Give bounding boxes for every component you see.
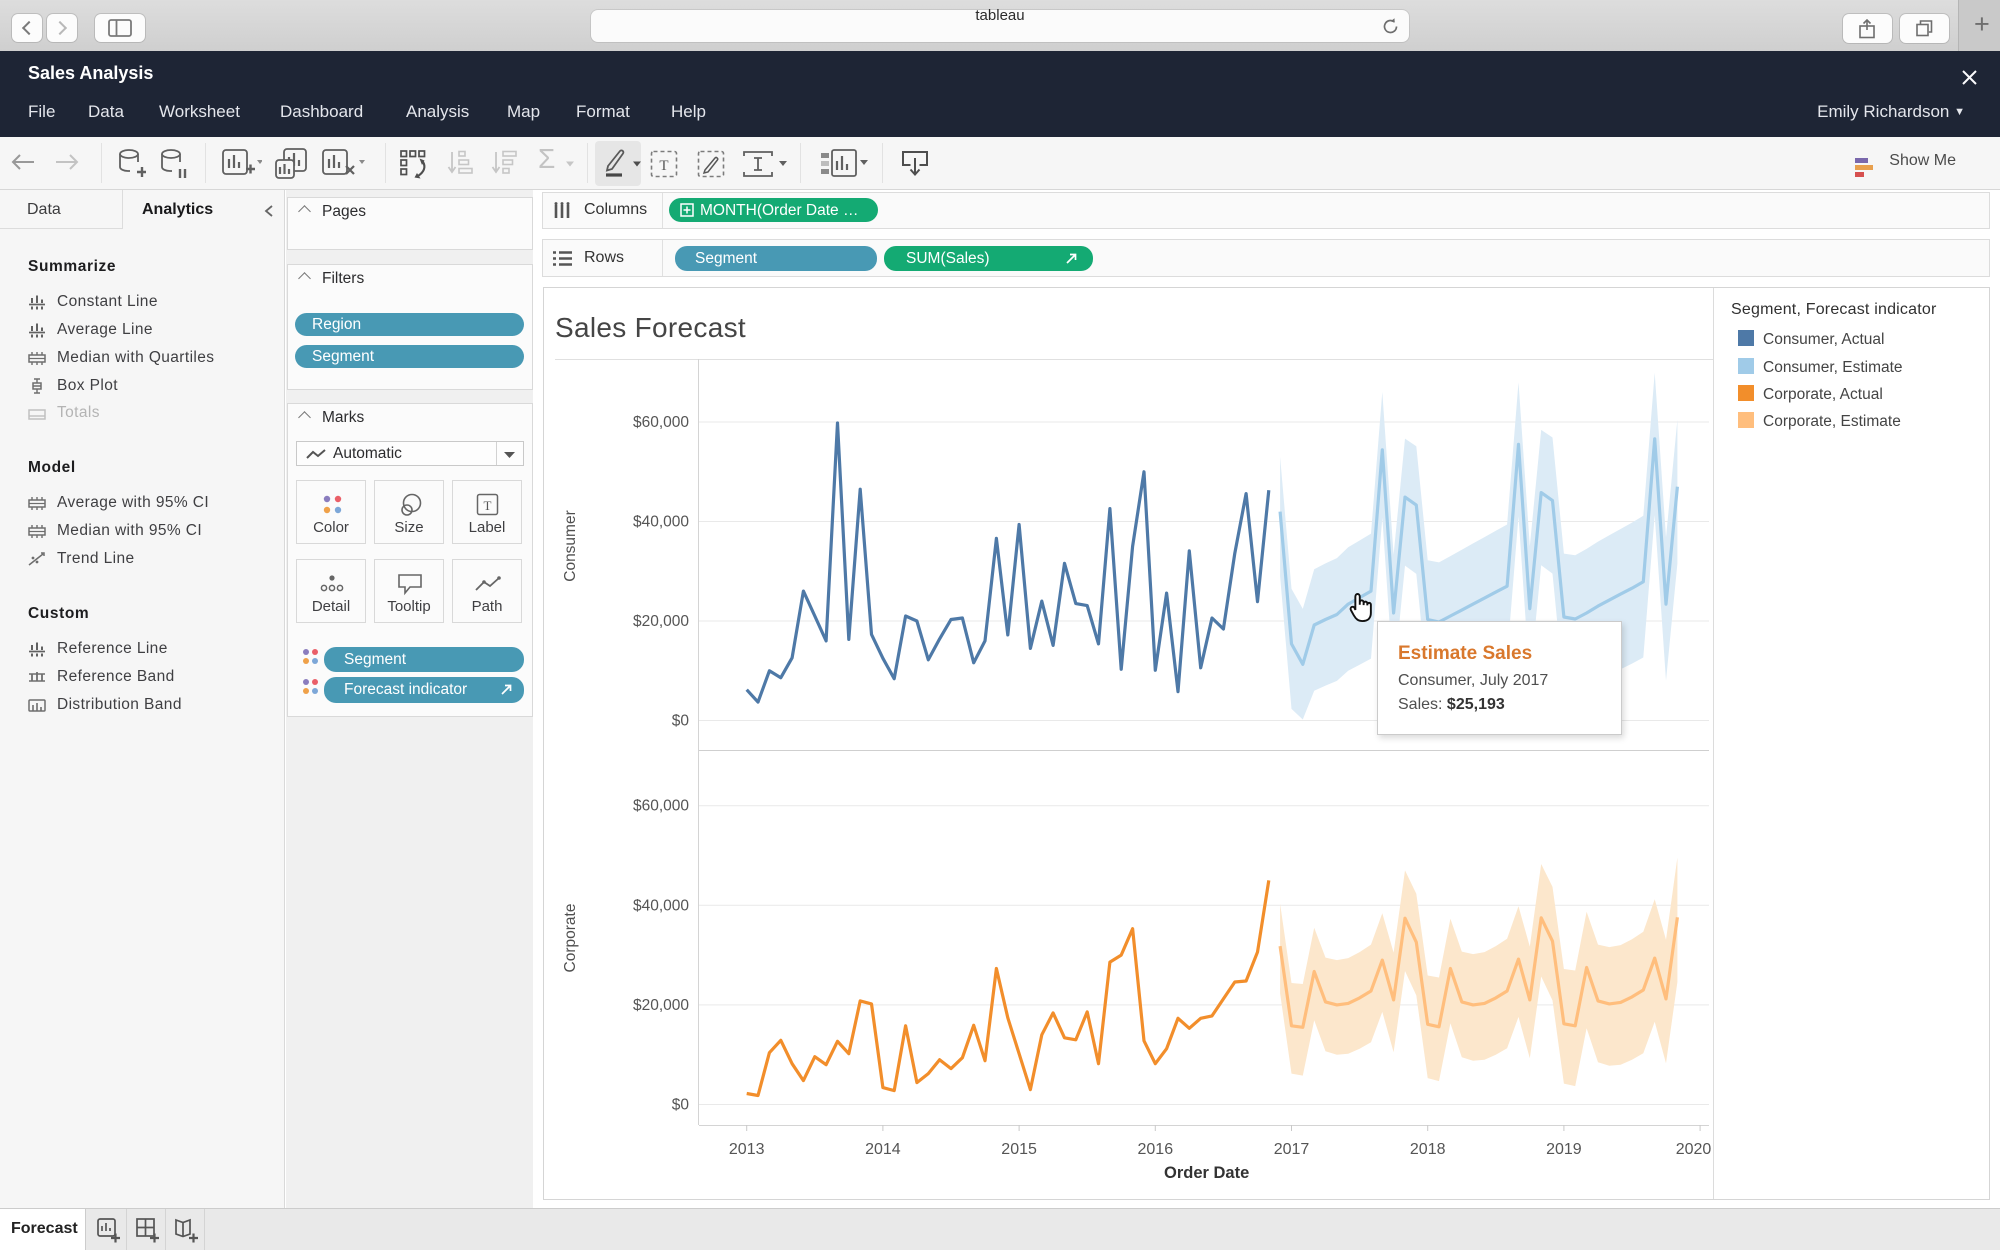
svg-text:2018: 2018: [1410, 1141, 1446, 1158]
svg-text:Consumer: Consumer: [562, 510, 579, 582]
svg-text:$20,000: $20,000: [633, 997, 689, 1014]
svg-text:$40,000: $40,000: [633, 897, 689, 914]
svg-text:T: T: [659, 158, 668, 174]
svg-text:$0: $0: [672, 1097, 690, 1114]
svg-text:2014: 2014: [865, 1141, 901, 1158]
svg-text:Order Date: Order Date: [1164, 1164, 1249, 1182]
svg-text:2017: 2017: [1274, 1141, 1310, 1158]
svg-text:$40,000: $40,000: [633, 514, 689, 531]
svg-text:$60,000: $60,000: [633, 798, 689, 815]
svg-text:2019: 2019: [1546, 1141, 1582, 1158]
svg-text:Corporate: Corporate: [562, 904, 579, 973]
svg-text:2015: 2015: [1001, 1141, 1037, 1158]
svg-text:2013: 2013: [729, 1141, 765, 1158]
svg-text:2016: 2016: [1138, 1141, 1174, 1158]
svg-text:$0: $0: [672, 713, 690, 730]
svg-text:$20,000: $20,000: [633, 613, 689, 630]
svg-text:$60,000: $60,000: [633, 414, 689, 431]
svg-text:T: T: [484, 498, 492, 513]
svg-text:2020: 2020: [1676, 1141, 1712, 1158]
